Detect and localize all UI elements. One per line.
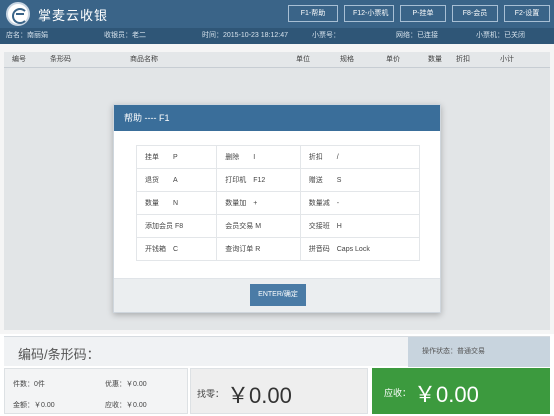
printer-button[interactable]: F12-小票机 — [344, 5, 394, 22]
summary-panel: 件数：0件 优惠：￥0.00 金额：￥0.00 应收：￥0.00 找零： ￥0.… — [0, 368, 554, 416]
amount-due-label: 应收： — [384, 388, 412, 398]
shortcut-cell: 删除 I — [216, 145, 301, 169]
change-box: 找零： ￥0.00 — [190, 368, 368, 414]
total-amount: 金额：￥0.00 — [13, 402, 55, 409]
current-time: 时间：2015-10-23 18:12:47 — [202, 32, 288, 39]
store-name: 店名：南丽娟 — [6, 32, 48, 39]
barcode-bar: 编码/条形码： 操作状态：普通交易 — [4, 336, 550, 367]
dialog-title: 帮助 ---- F1 — [114, 105, 440, 131]
table-row: 挂单 P 删除 I 折扣 / — [135, 145, 421, 169]
receivable-amount: 应收：￥0.00 — [105, 402, 147, 409]
app-logo-icon — [6, 2, 30, 26]
hold-order-button[interactable]: P-挂单 — [400, 5, 446, 22]
shortcut-cell: 退货 A — [135, 168, 218, 192]
item-count: 件数：0件 — [13, 381, 45, 388]
network-status: 网络：已连接 — [396, 32, 438, 39]
printer-status: 小票机：已关闭 — [476, 32, 525, 39]
shortcut-cell: 折扣 / — [299, 145, 421, 169]
barcode-label: 编码/条形码： — [18, 347, 100, 362]
help-dialog: 帮助 ---- F1 挂单 P 删除 I 折扣 / 退货 A 打印机 F12 赠送 S 数量… — [113, 104, 441, 313]
member-button[interactable]: F8-会员 — [452, 5, 498, 22]
ticket-number: 小票号： — [312, 32, 340, 39]
dialog-footer: ENTER/确定 — [114, 278, 440, 312]
shortcut-cell: 数量减 - — [299, 191, 421, 215]
table-row: 数量 N 数量加 + 数量减 - — [135, 191, 421, 215]
app-title: 掌麦云收银 — [38, 7, 109, 23]
table-row: 退货 A 打印机 F12 赠送 S — [135, 168, 421, 192]
shortcut-cell: 挂单 P — [135, 145, 218, 169]
shortcut-cell: 开钱箱 C — [135, 237, 218, 261]
top-toolbar: F1-帮助 F12-小票机 P-挂单 F8-会员 F2-设置 — [288, 5, 550, 22]
cashier-name: 收银员：老二 — [104, 32, 146, 39]
change-label: 找零： — [197, 389, 225, 399]
help-button[interactable]: F1-帮助 — [288, 5, 338, 22]
info-bar: 店名：南丽娟 收银员：老二 时间：2015-10-23 18:12:47 小票号… — [0, 28, 554, 44]
operation-status: 操作状态：普通交易 — [408, 337, 550, 367]
shortcut-cell: 数量加 + — [216, 191, 301, 215]
shortcut-cell: 拼音码 Caps Lock — [299, 237, 421, 261]
shortcut-cell: 添加会员 F8 — [135, 214, 218, 238]
amount-due-box: 应收： ￥0.00 — [372, 368, 550, 414]
confirm-button[interactable]: ENTER/确定 — [250, 284, 306, 306]
barcode-input[interactable] — [98, 341, 398, 363]
shortcut-cell: 交接班 H — [299, 214, 421, 238]
totals-box: 件数：0件 优惠：￥0.00 金额：￥0.00 应收：￥0.00 — [4, 368, 188, 414]
shortcut-cell: 打印机 F12 — [216, 168, 301, 192]
shortcut-cell: 会员交易 M — [216, 214, 301, 238]
shortcut-cell: 数量 N — [135, 191, 218, 215]
shortcut-cell: 赠送 S — [299, 168, 421, 192]
top-bar: 掌麦云收银 F1-帮助 F12-小票机 P-挂单 F8-会员 F2-设置 — [0, 0, 554, 28]
dialog-body: 挂单 P 删除 I 折扣 / 退货 A 打印机 F12 赠送 S 数量 N 数量加 + 数量减 -… — [114, 131, 440, 278]
amount-due-value: ￥0.00 — [414, 382, 479, 407]
table-row: 添加会员 F8 会员交易 M 交接班 H — [135, 214, 421, 238]
discount-amount: 优惠：￥0.00 — [105, 381, 147, 388]
table-row: 开钱箱 C 查询订单 R 拼音码 Caps Lock — [135, 237, 421, 261]
settings-button[interactable]: F2-设置 — [504, 5, 550, 22]
change-value: ￥0.00 — [227, 383, 292, 408]
shortcut-cell: 查询订单 R — [216, 237, 301, 261]
shortcut-table: 挂单 P 删除 I 折扣 / 退货 A 打印机 F12 赠送 S 数量 N 数量加 + 数量减 -… — [135, 145, 421, 261]
